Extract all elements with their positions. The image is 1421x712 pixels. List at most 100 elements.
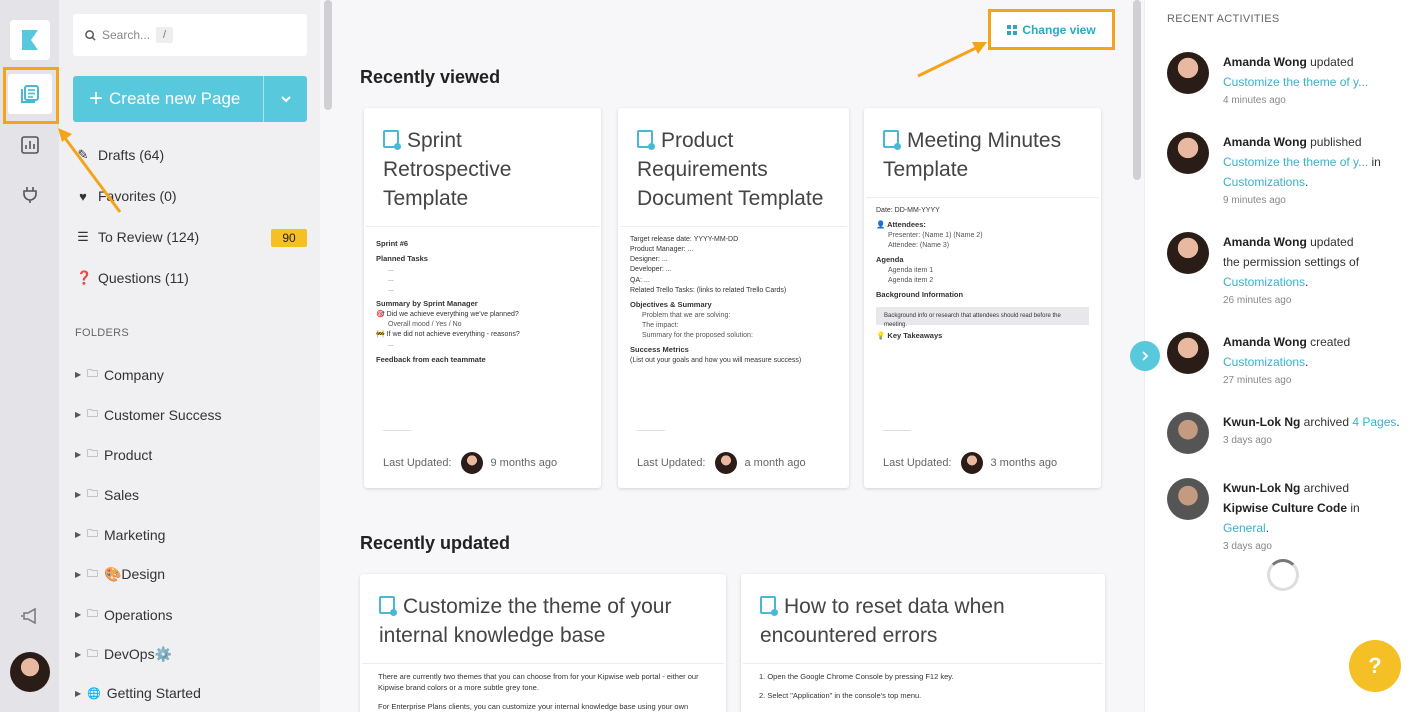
page-card[interactable]: Sprint Retrospective Template Sprint #6 … xyxy=(364,108,601,488)
activity-user[interactable]: Amanda Wong xyxy=(1223,55,1307,69)
folder-item[interactable]: ▶ 🗀 Customer Success xyxy=(75,405,221,424)
avatar[interactable] xyxy=(1167,478,1209,520)
chevron-down-icon xyxy=(280,96,291,103)
sidebar-item-to-review[interactable]: ☰ To Review (124) xyxy=(76,229,199,245)
sidebar-scrollbar[interactable] xyxy=(324,0,332,110)
plug-integrations-icon[interactable] xyxy=(8,175,52,215)
activity-time: 26 minutes ago xyxy=(1223,295,1292,306)
main-scrollbar[interactable] xyxy=(1133,0,1141,180)
activity-time: 3 days ago xyxy=(1223,435,1272,446)
search-input[interactable]: Search... / xyxy=(73,14,307,56)
activity-link[interactable]: Customizations xyxy=(1223,355,1305,369)
folder-label: Product xyxy=(104,446,153,463)
avatar[interactable] xyxy=(1167,412,1209,454)
activity-user[interactable]: Kwun-Lok Ng xyxy=(1223,415,1300,429)
activity-action: archived xyxy=(1300,481,1350,495)
user-avatar[interactable] xyxy=(10,652,50,692)
folder-label: 🎨Design xyxy=(104,566,166,582)
caret-right-icon[interactable]: ▶ xyxy=(75,570,81,579)
page-doc-icon xyxy=(383,130,401,150)
left-sidebar: Search... / + Create new Page ✎ Drafts (… xyxy=(59,0,320,712)
sidebar-item-questions[interactable]: ❓ Questions (11) xyxy=(76,270,189,286)
page-card[interactable]: Meeting Minutes Template Date: DD-MM-YYY… xyxy=(864,108,1101,488)
folder-item[interactable]: ▶ 🗀 Operations xyxy=(75,605,172,624)
activity-link[interactable]: Customize the theme of y... xyxy=(1223,155,1368,169)
folder-icon: 🗀 xyxy=(87,368,98,380)
last-updated-time: a month ago xyxy=(744,457,806,469)
page-card[interactable]: Customize the theme of your internal kno… xyxy=(360,574,726,712)
preview-text: Summary for the proposed solution: xyxy=(642,332,753,339)
folder-icon: 🗀 xyxy=(87,488,98,500)
avatar[interactable] xyxy=(1167,332,1209,374)
preview-text: Attendee: (Name 3) xyxy=(888,242,950,250)
create-new-page-label: Create new Page xyxy=(109,89,241,108)
caret-right-icon[interactable]: ▶ xyxy=(75,370,81,379)
card-title-text: Customize the theme of your internal kno… xyxy=(379,595,672,647)
folder-label: Getting Started xyxy=(106,685,201,701)
kipwise-logo-icon[interactable] xyxy=(10,20,50,60)
folder-icon: 🗀 xyxy=(87,528,98,540)
card-title: Meeting Minutes Template xyxy=(883,126,1093,184)
caret-right-icon[interactable]: ▶ xyxy=(75,410,81,419)
avatar[interactable] xyxy=(1167,132,1209,174)
page-card[interactable]: Product Requirements Document Template T… xyxy=(618,108,849,488)
folder-item[interactable]: ▶ 🗀 Sales xyxy=(75,485,139,504)
activity-link[interactable]: Customizations xyxy=(1223,275,1305,289)
caret-right-icon[interactable]: ▶ xyxy=(75,689,81,698)
announcement-megaphone-icon[interactable] xyxy=(8,596,52,636)
preview-text: Date: DD-MM-YYYY xyxy=(876,207,940,214)
collapse-panel-button[interactable] xyxy=(1130,341,1160,371)
create-new-page-button[interactable]: + Create new Page xyxy=(73,76,263,122)
activity-link[interactable]: General xyxy=(1223,521,1266,535)
folder-item[interactable]: ▶ 🗀 Company xyxy=(75,365,164,384)
folder-item[interactable]: ▶ 🗀 DevOps⚙️ xyxy=(75,645,172,664)
last-updated-time: 3 months ago xyxy=(990,457,1058,469)
preview-text: Developer: ... xyxy=(630,266,672,274)
activity-user[interactable]: Kwun-Lok Ng xyxy=(1223,481,1300,495)
folder-label: Operations xyxy=(104,606,173,623)
folder-item[interactable]: ▶ 🗀 🎨Design xyxy=(75,565,165,584)
activity-user[interactable]: Amanda Wong xyxy=(1223,235,1307,249)
preview-text: ... xyxy=(388,341,394,349)
folder-icon: 🗀 xyxy=(87,448,98,460)
activity-page[interactable]: Kipwise Culture Code xyxy=(1223,501,1347,515)
to-review-badge: 90 xyxy=(271,229,307,247)
activity-text: Amanda Wong updated the permission setti… xyxy=(1223,232,1373,310)
folder-item[interactable]: ▶ 🌐 Getting Started xyxy=(75,685,201,701)
card-title-text: How to reset data when encountered error… xyxy=(760,595,1005,647)
last-updated-time: 9 months ago xyxy=(490,457,558,469)
activity-text: Amanda Wong published Customize the them… xyxy=(1223,132,1381,210)
page-card[interactable]: How to reset data when encountered error… xyxy=(741,574,1105,712)
help-button[interactable]: ? xyxy=(1349,640,1401,692)
change-view-button[interactable]: Change view xyxy=(988,9,1115,50)
page-doc-icon xyxy=(760,596,778,616)
caret-right-icon[interactable]: ▶ xyxy=(75,610,81,619)
folder-icon: 🗀 xyxy=(87,408,98,420)
activity-action: archived xyxy=(1300,415,1353,429)
grid-view-icon xyxy=(1007,24,1018,35)
caret-right-icon[interactable]: ▶ xyxy=(75,490,81,499)
folder-label: DevOps⚙️ xyxy=(104,646,173,662)
activity-link[interactable]: Customize the theme of y... xyxy=(1223,75,1368,89)
preview-text: Background info or research that attende… xyxy=(876,307,1089,328)
activity-link[interactable]: Customizations xyxy=(1223,175,1305,189)
avatar[interactable] xyxy=(1167,232,1209,274)
caret-right-icon[interactable]: ▶ xyxy=(75,450,81,459)
caret-right-icon[interactable]: ▶ xyxy=(75,650,81,659)
activity-item: Amanda Wong updated Customize the theme … xyxy=(1167,52,1417,110)
caret-right-icon[interactable]: ▶ xyxy=(75,530,81,539)
page-doc-icon xyxy=(637,130,655,150)
activity-user[interactable]: Amanda Wong xyxy=(1223,335,1307,349)
create-dropdown-button[interactable] xyxy=(263,76,307,122)
activity-end: . xyxy=(1305,355,1309,369)
activity-user[interactable]: Amanda Wong xyxy=(1223,135,1307,149)
preview-text: Summary by Sprint Manager xyxy=(376,299,478,309)
activity-link[interactable]: 4 Pages xyxy=(1352,415,1396,429)
avatar[interactable] xyxy=(1167,52,1209,94)
preview-text: (List out your goals and how you will me… xyxy=(630,357,802,365)
folder-item[interactable]: ▶ 🗀 Marketing xyxy=(75,525,165,544)
folder-icon: 🗀 xyxy=(87,648,98,660)
folder-item[interactable]: ▶ 🗀 Product xyxy=(75,445,152,464)
analytics-chart-icon[interactable] xyxy=(8,125,52,165)
activity-text: Kwun-Lok Ng archived Kipwise Culture Cod… xyxy=(1223,478,1383,556)
